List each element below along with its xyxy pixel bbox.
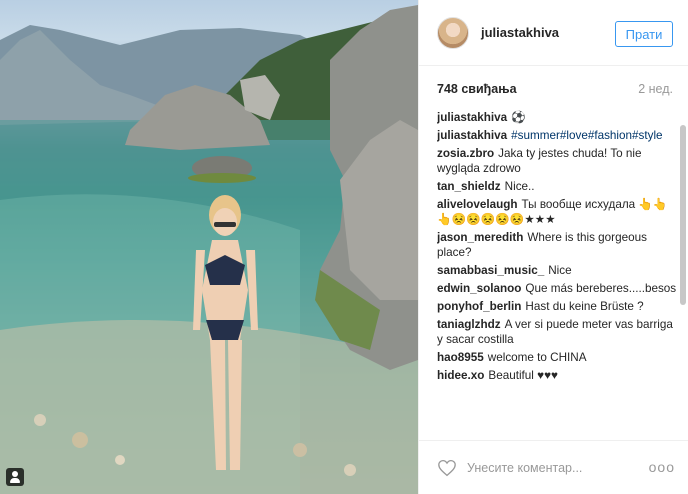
heart-icon[interactable]: [437, 459, 457, 477]
comment-item: ponyhof_berlin Hast du keine Brüste ?: [437, 299, 677, 314]
comment-username[interactable]: alivelovelaugh: [437, 198, 518, 211]
post-sidebar: juliastakhiva Прати 748 свиђања 2 нед. j…: [418, 0, 688, 494]
post-header: juliastakhiva Прати: [419, 0, 688, 66]
comment-username[interactable]: zosia.zbro: [437, 147, 494, 160]
comment-item: tan_shieldz Nice..: [437, 179, 677, 194]
comment-item: juliastakhiva #summer#love#fashion#style: [437, 128, 677, 143]
post-stats: 748 свиђања 2 нед.: [437, 82, 673, 98]
photo-scene: [0, 5, 418, 494]
comment-username[interactable]: edwin_solanoo: [437, 282, 521, 295]
comment-text: Beautiful ♥♥♥: [488, 369, 558, 382]
comment-item: edwin_solanoo Que más bereberes.....besos: [437, 281, 677, 296]
comment-username[interactable]: ponyhof_berlin: [437, 300, 521, 313]
comment-text: Que más bereberes.....besos: [525, 282, 677, 295]
more-options-icon[interactable]: ооо: [649, 459, 675, 475]
comment-item: taniaglzhdz A ver si puede meter vas barr…: [437, 317, 677, 347]
scrollbar-thumb[interactable]: [680, 125, 686, 305]
user-tag-head: [12, 471, 18, 477]
comment-username[interactable]: jason_meredith: [437, 231, 523, 244]
post-photo[interactable]: [0, 0, 418, 494]
comment-text: ⚽: [511, 111, 526, 124]
comment-username[interactable]: hao8955: [437, 351, 484, 364]
comments-list: juliastakhiva ⚽ juliastakhiva #summer#love#…: [437, 110, 677, 440]
comment-item: jason_meredith Where is this gorgeous pla…: [437, 230, 677, 260]
comment-text: welcome to CHINA: [487, 351, 587, 364]
header-username[interactable]: juliastakhiva: [481, 25, 559, 40]
comment-username[interactable]: juliastakhiva: [437, 129, 507, 142]
comment-username[interactable]: juliastakhiva: [437, 111, 507, 124]
comment-item: zosia.zbro Jaka ty jestes chuda! To nie w…: [437, 146, 677, 176]
avatar[interactable]: [437, 16, 469, 49]
user-tag-icon[interactable]: [6, 468, 24, 486]
comment-item: juliastakhiva ⚽: [437, 110, 677, 125]
comment-input[interactable]: [467, 457, 647, 478]
comment-item: alivelovelaugh Ты вообще исхудала 👆👆👆😣😣😣😣…: [437, 197, 677, 227]
comments-scrollbar[interactable]: [679, 120, 687, 435]
likes-count[interactable]: 748 свиђања: [437, 82, 517, 96]
comment-text: Hast du keine Brüste ?: [525, 300, 644, 313]
post-time[interactable]: 2 нед.: [638, 82, 673, 96]
comment-text: Nice: [548, 264, 572, 277]
comment-username[interactable]: samabbasi_music_: [437, 264, 544, 277]
comment-item: samabbasi_music_ Nice: [437, 263, 677, 278]
comment-item: hao8955 welcome to CHINA: [437, 350, 677, 365]
comment-username[interactable]: taniaglzhdz: [437, 318, 501, 331]
comment-item: hidee.xo Beautiful ♥♥♥: [437, 368, 677, 383]
comment-username[interactable]: hidee.xo: [437, 369, 484, 382]
comment-hashtags[interactable]: #summer#love#fashion#style: [511, 129, 662, 142]
comment-text: Nice..: [504, 180, 535, 193]
comment-username[interactable]: tan_shieldz: [437, 180, 501, 193]
follow-button[interactable]: Прати: [615, 21, 673, 47]
post-footer: ооо: [419, 440, 688, 494]
user-tag-body: [10, 478, 20, 483]
